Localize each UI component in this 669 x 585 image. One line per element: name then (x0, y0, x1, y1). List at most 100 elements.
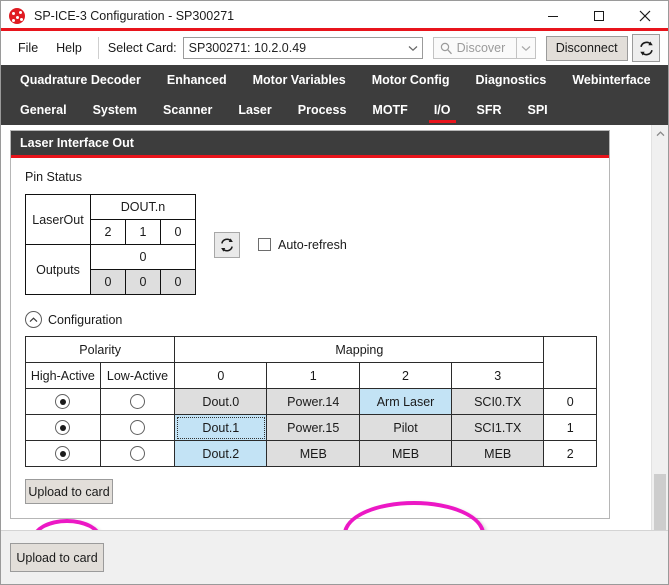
radio-high-active-row-0[interactable] (25, 388, 101, 415)
tab-system[interactable]: System (80, 95, 150, 125)
tab-process[interactable]: Process (285, 95, 360, 125)
map-cell-r0-c2[interactable]: Arm Laser (359, 388, 452, 415)
column-header-low-active: Low-Active (99, 362, 176, 389)
chevron-down-icon (404, 45, 422, 52)
radio-icon (55, 394, 71, 410)
maximize-icon[interactable] (576, 1, 622, 31)
radio-low-active-row-2[interactable] (99, 440, 176, 467)
highlight-high-active-radio (32, 519, 102, 530)
tab-diagnostics[interactable]: Diagnostics (462, 65, 559, 95)
discover-dropdown-chevron-down-icon[interactable] (516, 37, 536, 59)
tab-row-primary: Quadrature Decoder Enhanced Motor Variab… (1, 65, 668, 95)
doutn-value-row-1: 1 (543, 414, 597, 441)
close-icon[interactable] (622, 1, 668, 31)
table-row: Outputs 0 (25, 244, 196, 295)
radio-low-active-row-1[interactable] (99, 414, 176, 441)
panel-title: Laser Interface Out (11, 131, 609, 158)
upload-to-card-button-footer[interactable]: Upload to card (10, 543, 104, 572)
scroll-viewport: Laser Interface Out Pin Status LaserOut … (1, 125, 668, 530)
disconnect-button[interactable]: Disconnect (545, 35, 628, 61)
column-header-map-0: 0 (174, 362, 268, 389)
select-card-combobox[interactable]: SP300271: 10.2.0.49 (182, 37, 423, 59)
map-cell-r2-c3[interactable]: MEB (450, 440, 545, 467)
window-title: SP-ICE-3 Configuration - SP300271 (34, 9, 235, 23)
pin-output-bit-0: 0 (160, 269, 196, 295)
discover-control: Discover (432, 37, 536, 59)
pin-status-row: LaserOut DOUT.n 2 1 0 Outputs 0 0 0 0 Au… (23, 194, 597, 295)
minimize-icon[interactable] (530, 1, 576, 31)
column-header-map-1: 1 (266, 362, 361, 389)
tab-general[interactable]: General (7, 95, 80, 125)
map-cell-r0-c0[interactable]: Dout.0 (174, 388, 268, 415)
tab-laser[interactable]: Laser (225, 95, 284, 125)
tab-io[interactable]: I/O (421, 95, 464, 125)
pin-dout-index-2: 2 (90, 219, 126, 245)
table-header-row: High-Active Low-Active 0 1 2 3 (25, 362, 597, 389)
tab-row-secondary: General System Scanner Laser Process MOT… (1, 95, 668, 125)
configuration-table: Polarity Mapping High-Active Low-Active … (24, 336, 597, 467)
pin-status-refresh-icon[interactable] (214, 231, 240, 258)
refresh-icon[interactable] (632, 34, 660, 62)
search-icon (440, 42, 453, 55)
menu-help[interactable]: Help (47, 38, 91, 58)
configuration-expander[interactable]: Configuration (25, 311, 597, 328)
auto-refresh-label: Auto-refresh (278, 237, 347, 252)
tab-motor-variables[interactable]: Motor Variables (240, 65, 359, 95)
toolbar: File Help Select Card: SP300271: 10.2.0.… (1, 31, 668, 65)
tab-enhanced[interactable]: Enhanced (154, 65, 240, 95)
column-header-high-active: High-Active (25, 362, 101, 389)
upload-to-card-button-panel[interactable]: Upload to card (25, 479, 113, 504)
title-bar: SP-ICE-3 Configuration - SP300271 (1, 1, 668, 31)
menu-file[interactable]: File (9, 38, 47, 58)
map-cell-r1-c0[interactable]: Dout.1 (174, 414, 268, 441)
radio-high-active-row-1[interactable] (25, 414, 101, 441)
table-row: LaserOut DOUT.n (25, 194, 196, 245)
tab-motf[interactable]: MOTF (359, 95, 420, 125)
radio-icon (55, 446, 71, 462)
tab-motor-config[interactable]: Motor Config (359, 65, 463, 95)
tab-sfr[interactable]: SFR (464, 95, 515, 125)
group-header-polarity: Polarity (24, 336, 176, 363)
tab-webinterface[interactable]: Webinterface (559, 65, 663, 95)
tab-scanner[interactable]: Scanner (150, 95, 225, 125)
map-cell-r1-c1[interactable]: Power.15 (266, 414, 361, 441)
tab-strip: Quadrature Decoder Enhanced Motor Variab… (1, 65, 668, 125)
tab-quadrature-decoder[interactable]: Quadrature Decoder (7, 65, 154, 95)
map-cell-r2-c1[interactable]: MEB (266, 440, 361, 467)
scroll-up-chevron-up-icon[interactable] (652, 125, 668, 142)
pin-output-bit-1: 0 (125, 269, 161, 295)
pin-laserout-header: LaserOut (25, 194, 91, 245)
auto-refresh-checkbox[interactable]: Auto-refresh (258, 238, 347, 252)
discover-button[interactable]: Discover (432, 37, 517, 59)
vertical-scrollbar[interactable] (651, 125, 668, 530)
toolbar-divider (97, 37, 99, 59)
pin-status-label: Pin Status (25, 170, 82, 184)
scrollbar-thumb[interactable] (654, 474, 666, 530)
pin-outputs-value: 0 (90, 244, 196, 270)
radio-low-active-row-0[interactable] (99, 388, 176, 415)
map-cell-r0-c3[interactable]: SCI0.TX (450, 388, 545, 415)
panel-body: Pin Status LaserOut DOUT.n 2 1 0 Outputs… (11, 158, 609, 518)
map-cell-r2-c0[interactable]: Dout.2 (174, 440, 268, 467)
map-cell-r1-c2[interactable]: Pilot (359, 414, 452, 441)
content-area: Laser Interface Out Pin Status LaserOut … (1, 125, 668, 584)
sp-ice-logo-icon (8, 7, 26, 25)
window-controls (530, 1, 668, 31)
radio-high-active-row-2[interactable] (25, 440, 101, 467)
pin-output-bit-2: 0 (90, 269, 126, 295)
radio-icon (55, 420, 71, 436)
map-cell-r0-c1[interactable]: Power.14 (266, 388, 361, 415)
table-header-row: Polarity Mapping (24, 336, 597, 389)
map-cell-r1-c3[interactable]: SCI1.TX (450, 414, 545, 441)
table-row: Dout.2 MEB MEB MEB 2 (25, 440, 597, 467)
chevron-up-icon (25, 311, 42, 328)
map-cell-r2-c2[interactable]: MEB (359, 440, 452, 467)
laser-interface-out-panel: Laser Interface Out Pin Status LaserOut … (10, 130, 610, 519)
discover-label: Discover (456, 41, 506, 55)
radio-icon (129, 420, 145, 436)
footer-bar: Upload to card (1, 530, 668, 584)
pin-doutn-header: DOUT.n (90, 194, 196, 220)
radio-icon (129, 446, 145, 462)
column-header-map-2: 2 (359, 362, 452, 389)
tab-spi[interactable]: SPI (515, 95, 561, 125)
